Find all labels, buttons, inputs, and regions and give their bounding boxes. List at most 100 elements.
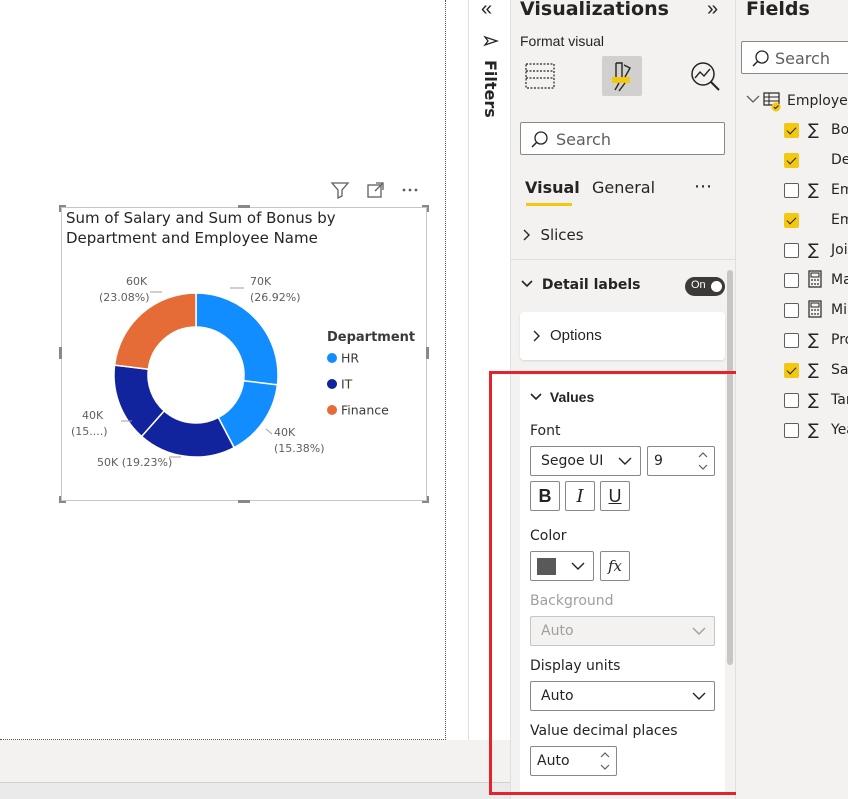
sigma-icon: ∑ [808, 330, 819, 349]
sigma-icon: ∑ [808, 390, 819, 409]
donut-chart: 70K (26.92%) 40K (15.38%) 50K (19.23%) 40K (15… [71, 275, 415, 469]
field-row[interactable]: De [784, 151, 848, 171]
resize-handle[interactable] [427, 496, 429, 503]
toggle-state-label: On [691, 279, 706, 291]
field-name: Tar [831, 392, 848, 408]
detail-label-percent: (23.08%) [99, 291, 150, 304]
donut-slices [113, 292, 279, 458]
toggle-knob [711, 281, 722, 292]
sigma-icon: ∑ [808, 240, 819, 259]
field-checkbox[interactable] [784, 183, 799, 198]
visual-header [328, 180, 428, 200]
field-checkbox[interactable] [784, 363, 799, 378]
format-search-input[interactable]: Search [520, 122, 725, 155]
field-checkbox[interactable] [784, 243, 799, 258]
detail-label: 50K (19.23%) [97, 456, 172, 469]
field-name: De [831, 152, 848, 168]
resize-handle[interactable] [59, 496, 61, 503]
legend-item-hr[interactable]: HR [341, 351, 359, 366]
donut-chart-visual[interactable]: Sum of Salary and Sum of Bonus by Depart… [59, 205, 429, 503]
chevron-right-icon [522, 228, 536, 244]
slices-label: Slices [540, 226, 584, 244]
sigma-icon: ∑ [808, 360, 819, 379]
field-name: Pro [831, 332, 848, 348]
field-name: Bo [831, 122, 848, 138]
donut-slice-finance[interactable] [113, 292, 197, 371]
field-row[interactable]: Em [784, 211, 848, 231]
detail-label: 60K [126, 275, 148, 288]
detail-labels-toggle[interactable]: On [685, 277, 725, 296]
paint-brush-icon [612, 62, 631, 92]
legend-item-finance[interactable]: Finance [341, 403, 389, 418]
field-name: Mi [831, 302, 847, 318]
detail-label: 40K [274, 426, 296, 439]
more-options-icon[interactable] [400, 180, 420, 200]
field-row[interactable]: ∑ Yea [784, 420, 848, 441]
filters-label[interactable]: Filters [481, 60, 500, 118]
active-tab-indicator [526, 203, 572, 206]
field-row[interactable]: ∑ Pro [784, 330, 848, 351]
build-visual-tab[interactable] [520, 56, 560, 96]
calculator-icon [808, 270, 822, 292]
filter-icon[interactable] [330, 180, 350, 200]
legend-marker[interactable] [327, 379, 337, 389]
field-row[interactable]: Mi [784, 300, 848, 321]
format-visual-tab[interactable] [602, 56, 642, 96]
chevron-down-icon [521, 277, 538, 293]
detail-label-percent: (15.38%) [274, 442, 325, 455]
search-icon [531, 130, 549, 153]
detail-labels-label: Detail labels [541, 277, 641, 293]
legend-marker[interactable] [327, 353, 337, 363]
options-card[interactable]: Options [520, 312, 725, 360]
field-checkbox[interactable] [784, 123, 799, 138]
legend-marker[interactable] [327, 405, 337, 415]
field-row[interactable]: ∑ Joi [784, 240, 848, 261]
table-employee[interactable]: Employee [746, 90, 848, 112]
collapse-chevrons-icon[interactable]: « [481, 0, 492, 21]
section-divider [510, 259, 736, 260]
field-checkbox[interactable] [784, 303, 799, 318]
field-checkbox[interactable] [784, 333, 799, 348]
field-name: Yea [831, 422, 848, 438]
field-name: Sal [831, 362, 848, 378]
legend-item-it[interactable]: IT [341, 377, 353, 392]
focus-mode-icon[interactable] [366, 180, 386, 200]
resize-handle[interactable] [59, 205, 61, 212]
detail-label: 40K [82, 409, 104, 422]
field-checkbox[interactable] [784, 153, 799, 168]
format-visual-label: Format visual [520, 33, 605, 49]
field-row[interactable]: ∑ Em [784, 180, 848, 201]
tab-general[interactable]: General [592, 178, 655, 197]
fields-search-input[interactable]: Search [741, 41, 848, 74]
resize-handle[interactable] [426, 347, 429, 359]
sigma-icon: ∑ [808, 420, 819, 439]
legend-title: Department [327, 330, 415, 345]
resize-handle[interactable] [238, 500, 250, 503]
field-row[interactable]: ∑ Sal [784, 360, 848, 381]
field-checkbox[interactable] [784, 273, 799, 288]
resize-handle[interactable] [427, 205, 429, 212]
filter-funnel-icon [483, 34, 500, 55]
detail-label-percent: (15....) [71, 425, 108, 438]
field-row[interactable]: ∑ Bo [784, 120, 848, 141]
search-placeholder: Search [556, 130, 611, 149]
resize-handle[interactable] [238, 205, 250, 208]
slices-section[interactable]: Slices [522, 226, 584, 244]
field-row[interactable]: ∑ Tar [784, 390, 848, 411]
resize-handle[interactable] [59, 347, 62, 359]
search-icon [752, 49, 770, 72]
build-visual-icon [525, 63, 555, 89]
donut-slice-hr[interactable] [195, 292, 279, 386]
field-checkbox[interactable] [784, 393, 799, 408]
field-checkbox[interactable] [784, 213, 799, 228]
more-options-icon[interactable]: ⋯ [694, 176, 712, 197]
tab-visual[interactable]: Visual [525, 178, 580, 197]
detail-labels-section[interactable]: Detail labels [521, 277, 641, 293]
field-row[interactable]: Ma [784, 270, 848, 292]
expand-chevrons-icon[interactable]: » [707, 0, 718, 21]
field-name: Em [831, 182, 848, 198]
chevron-right-icon [532, 329, 542, 347]
analytics-tab[interactable] [685, 56, 725, 96]
chevron-down-icon [746, 92, 760, 108]
field-checkbox[interactable] [784, 423, 799, 438]
